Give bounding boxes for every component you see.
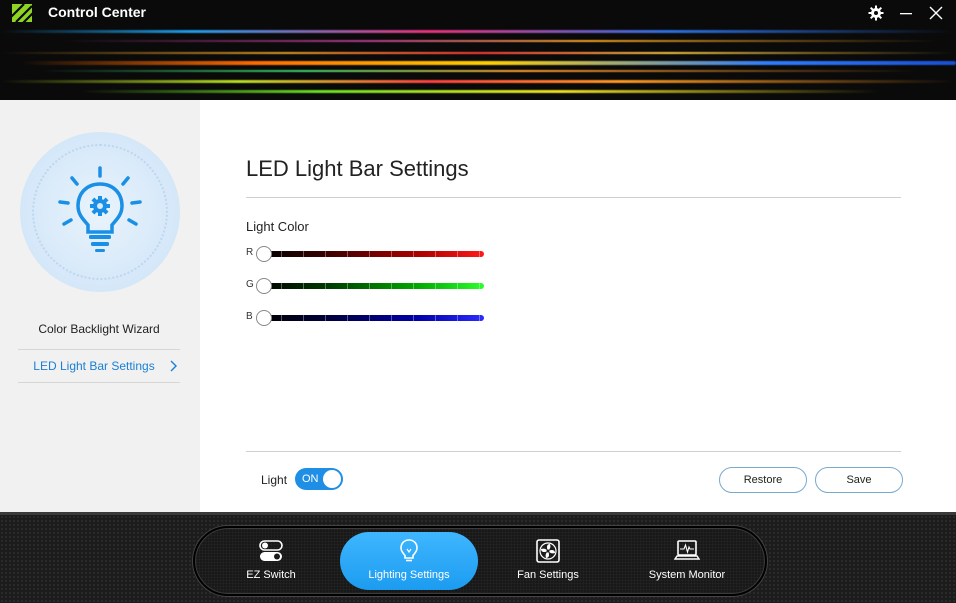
dock-item-label: EZ Switch (246, 569, 296, 581)
green-channel-label: G (246, 279, 254, 290)
app-title: Control Center (48, 4, 146, 20)
header-banner: Control Center (0, 0, 956, 100)
bottom-dock: EZ Switch Lighting Settings Fan Settings (0, 512, 956, 603)
sidebar-item-color-backlight-wizard[interactable]: Color Backlight Wizard (18, 312, 180, 346)
red-slider[interactable]: R (246, 246, 486, 262)
dock-item-lighting-settings[interactable]: Lighting Settings (340, 532, 478, 590)
sidebar-item-label: Color Backlight Wizard (38, 322, 160, 336)
sidebar-item-label: LED Light Bar Settings (33, 359, 155, 373)
title-bar: Control Center (0, 0, 956, 28)
lighting-hero-graphic (20, 132, 180, 292)
dock-item-label: Lighting Settings (368, 569, 450, 581)
close-button[interactable] (925, 3, 947, 23)
save-button[interactable]: Save (815, 467, 903, 493)
gear-icon (868, 5, 884, 21)
green-slider[interactable]: G (246, 278, 486, 294)
page-title: LED Light Bar Settings (246, 156, 469, 181)
red-channel-label: R (246, 247, 254, 258)
minimize-icon (900, 13, 912, 15)
light-toggle-state: ON (302, 473, 319, 485)
dock-item-label: Fan Settings (517, 569, 579, 581)
light-toggle-knob (323, 470, 341, 488)
app-logo-icon (12, 4, 32, 22)
green-slider-track[interactable] (260, 283, 484, 289)
restore-button[interactable]: Restore (719, 467, 807, 493)
light-toggle[interactable]: ON (295, 468, 343, 490)
chevron-right-icon (170, 360, 177, 372)
laptop-monitor-icon (674, 540, 700, 560)
sidebar-item-led-light-bar-settings[interactable]: LED Light Bar Settings (18, 349, 180, 383)
dock-item-ez-switch[interactable]: EZ Switch (228, 532, 314, 590)
red-slider-thumb[interactable] (256, 246, 272, 262)
close-icon (929, 6, 943, 20)
light-label: Light (261, 473, 288, 487)
red-slider-track[interactable] (260, 251, 484, 257)
lightbulb-icon (400, 539, 418, 562)
toggle-switches-icon (259, 540, 283, 561)
dock-item-fan-settings[interactable]: Fan Settings (500, 532, 596, 590)
blue-slider-thumb[interactable] (256, 310, 272, 326)
dock-item-label: System Monitor (648, 569, 726, 581)
blue-slider-track[interactable] (260, 315, 484, 321)
divider (246, 451, 901, 452)
lightbulb-gear-icon (58, 166, 142, 252)
fan-icon (536, 539, 560, 563)
green-slider-thumb[interactable] (256, 278, 272, 294)
minimize-button[interactable] (895, 3, 917, 23)
settings-gear-button[interactable] (865, 3, 887, 23)
light-color-label: Light Color (246, 219, 309, 234)
blue-channel-label: B (246, 311, 253, 322)
dock-item-system-monitor[interactable]: System Monitor (632, 532, 742, 590)
sidebar: Color Backlight Wizard LED Light Bar Set… (0, 100, 200, 512)
main-panel: LED Light Bar Settings Light Color R G B… (200, 100, 956, 512)
divider (246, 197, 901, 198)
blue-slider[interactable]: B (246, 310, 486, 326)
